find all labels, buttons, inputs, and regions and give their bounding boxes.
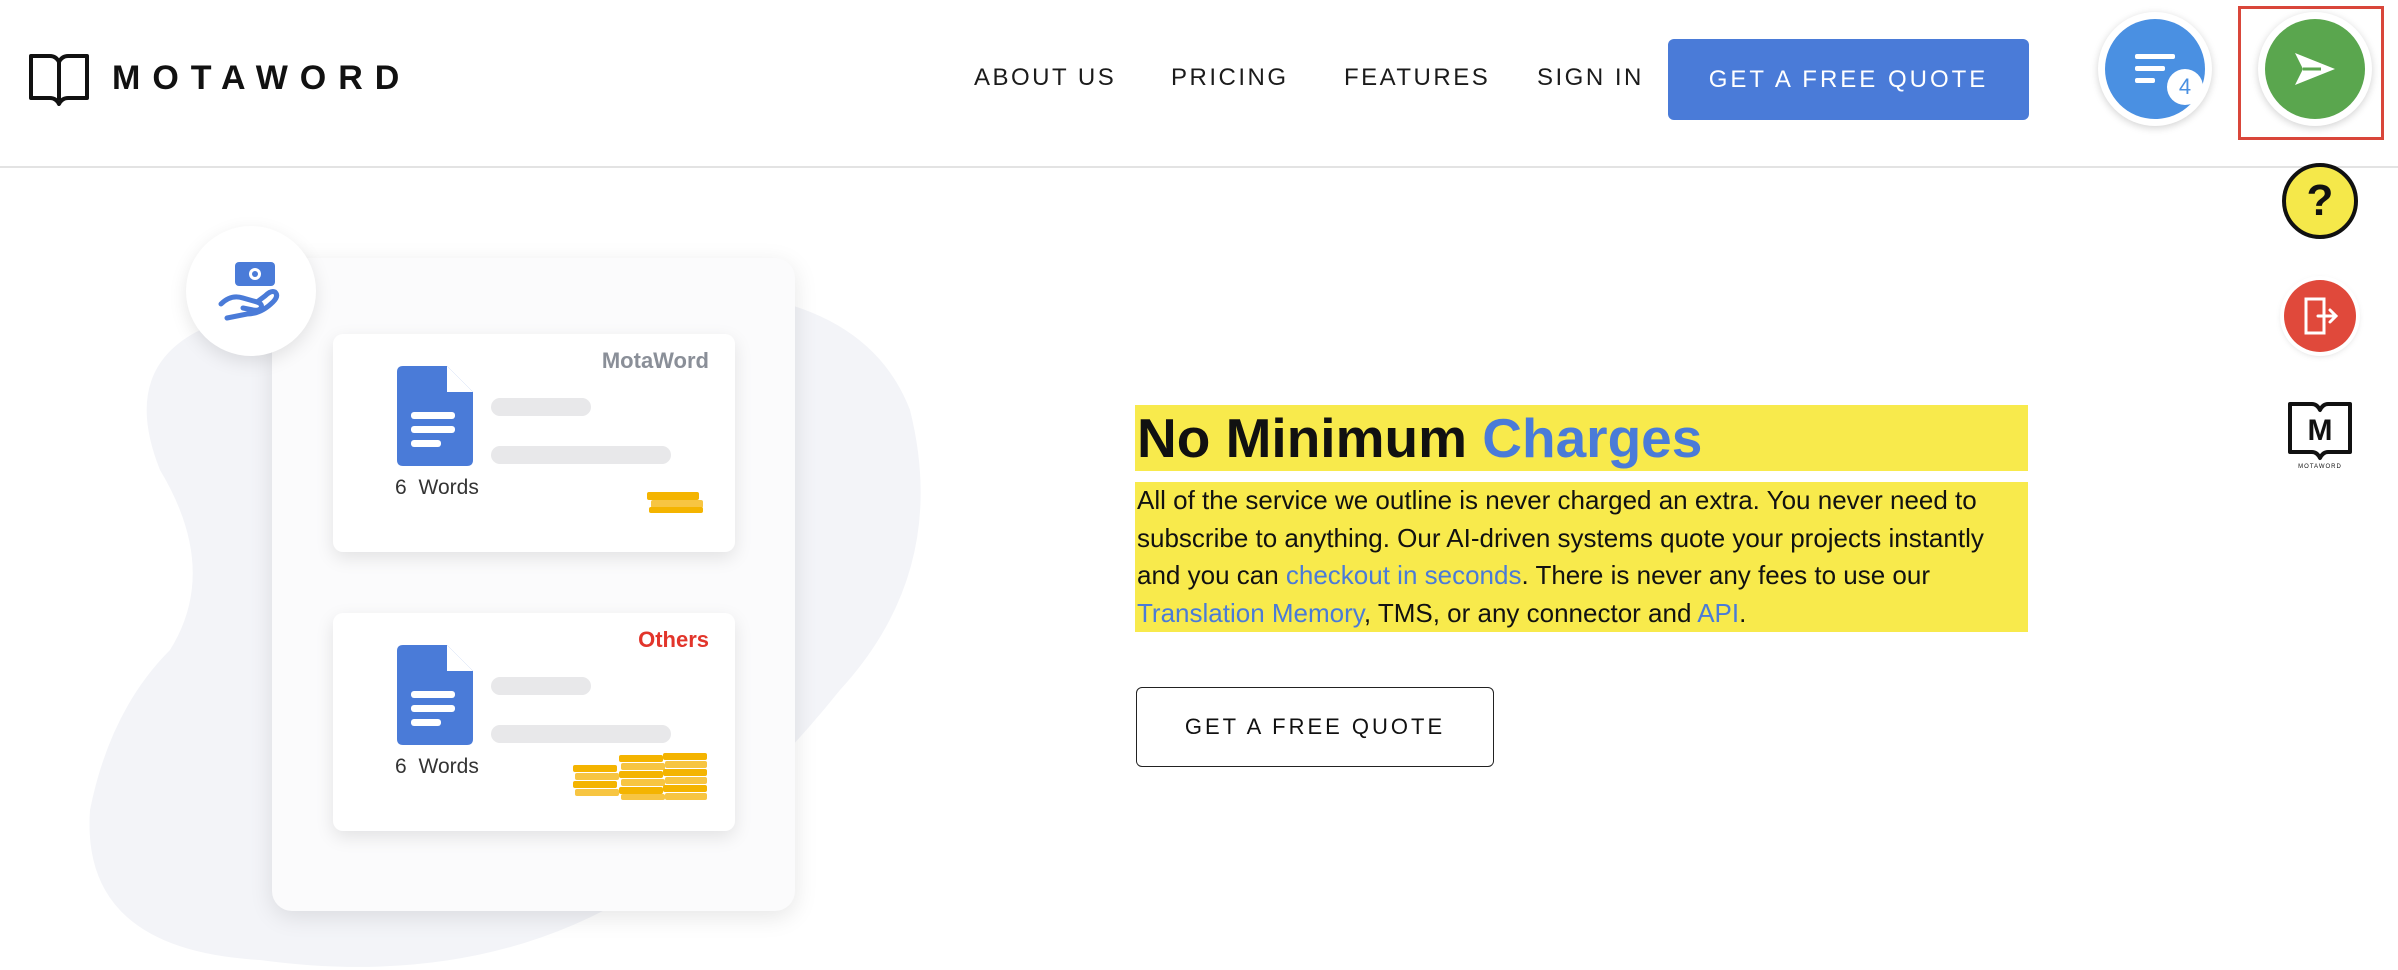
exit-icon xyxy=(2304,297,2339,335)
nav-features[interactable]: FEATURES xyxy=(1344,64,1490,92)
placeholder-line xyxy=(491,677,591,695)
money-hand-badge xyxy=(186,226,316,356)
help-button[interactable]: ? xyxy=(2282,163,2358,239)
logo-wordmark: MOTAWORD xyxy=(112,58,412,97)
small-coin-stack-icon xyxy=(647,492,703,513)
others-price-card: Others 6 Words xyxy=(333,613,735,831)
word-count-label: 6 Words xyxy=(395,476,479,499)
large-coin-stack-icon xyxy=(573,753,707,800)
hero-description: All of the service we outline is never c… xyxy=(1137,485,1984,628)
api-link[interactable]: API xyxy=(1697,598,1739,628)
motaword-mini-logo[interactable]: M MOTAWORD xyxy=(2286,398,2354,470)
mini-logo-text: MOTAWORD xyxy=(2298,464,2342,470)
nav-about-us[interactable]: ABOUT US xyxy=(974,64,1116,92)
placeholder-line xyxy=(491,398,591,416)
motaword-price-card: MotaWord 6 Words xyxy=(333,334,735,552)
site-header: MOTAWORD ABOUT US PRICING FEATURES SIGN … xyxy=(0,0,2398,168)
exit-button[interactable] xyxy=(2284,280,2356,352)
document-icon xyxy=(397,366,473,466)
queue-widget-button[interactable]: 4 xyxy=(2098,12,2212,126)
nav-pricing[interactable]: PRICING xyxy=(1171,64,1289,92)
checkout-link[interactable]: checkout in seconds xyxy=(1286,560,1522,590)
card-brand-label: Others xyxy=(638,627,709,652)
get-free-quote-button[interactable]: GET A FREE QUOTE xyxy=(1136,687,1494,767)
get-free-quote-header-button[interactable]: GET A FREE QUOTE xyxy=(1668,39,2029,120)
placeholder-line xyxy=(491,446,671,464)
send-widget-button[interactable] xyxy=(2258,12,2372,126)
word-count-label: 6 Words xyxy=(395,755,479,778)
svg-text:M: M xyxy=(2308,414,2333,447)
send-icon xyxy=(2295,53,2335,85)
queue-count-badge: 4 xyxy=(2167,69,2203,105)
site-logo[interactable]: MOTAWORD xyxy=(28,50,411,106)
translation-memory-link[interactable]: Translation Memory xyxy=(1137,598,1364,628)
money-hand-icon xyxy=(218,262,280,321)
hero-title-accent: Charges xyxy=(1482,407,1703,469)
open-book-icon xyxy=(29,54,89,106)
card-brand-label: MotaWord xyxy=(601,348,709,373)
placeholder-line xyxy=(491,725,671,743)
document-icon xyxy=(397,645,473,745)
hero-title: No Minimum Charges xyxy=(1137,407,1703,469)
nav-sign-in[interactable]: SIGN IN xyxy=(1537,64,1644,92)
